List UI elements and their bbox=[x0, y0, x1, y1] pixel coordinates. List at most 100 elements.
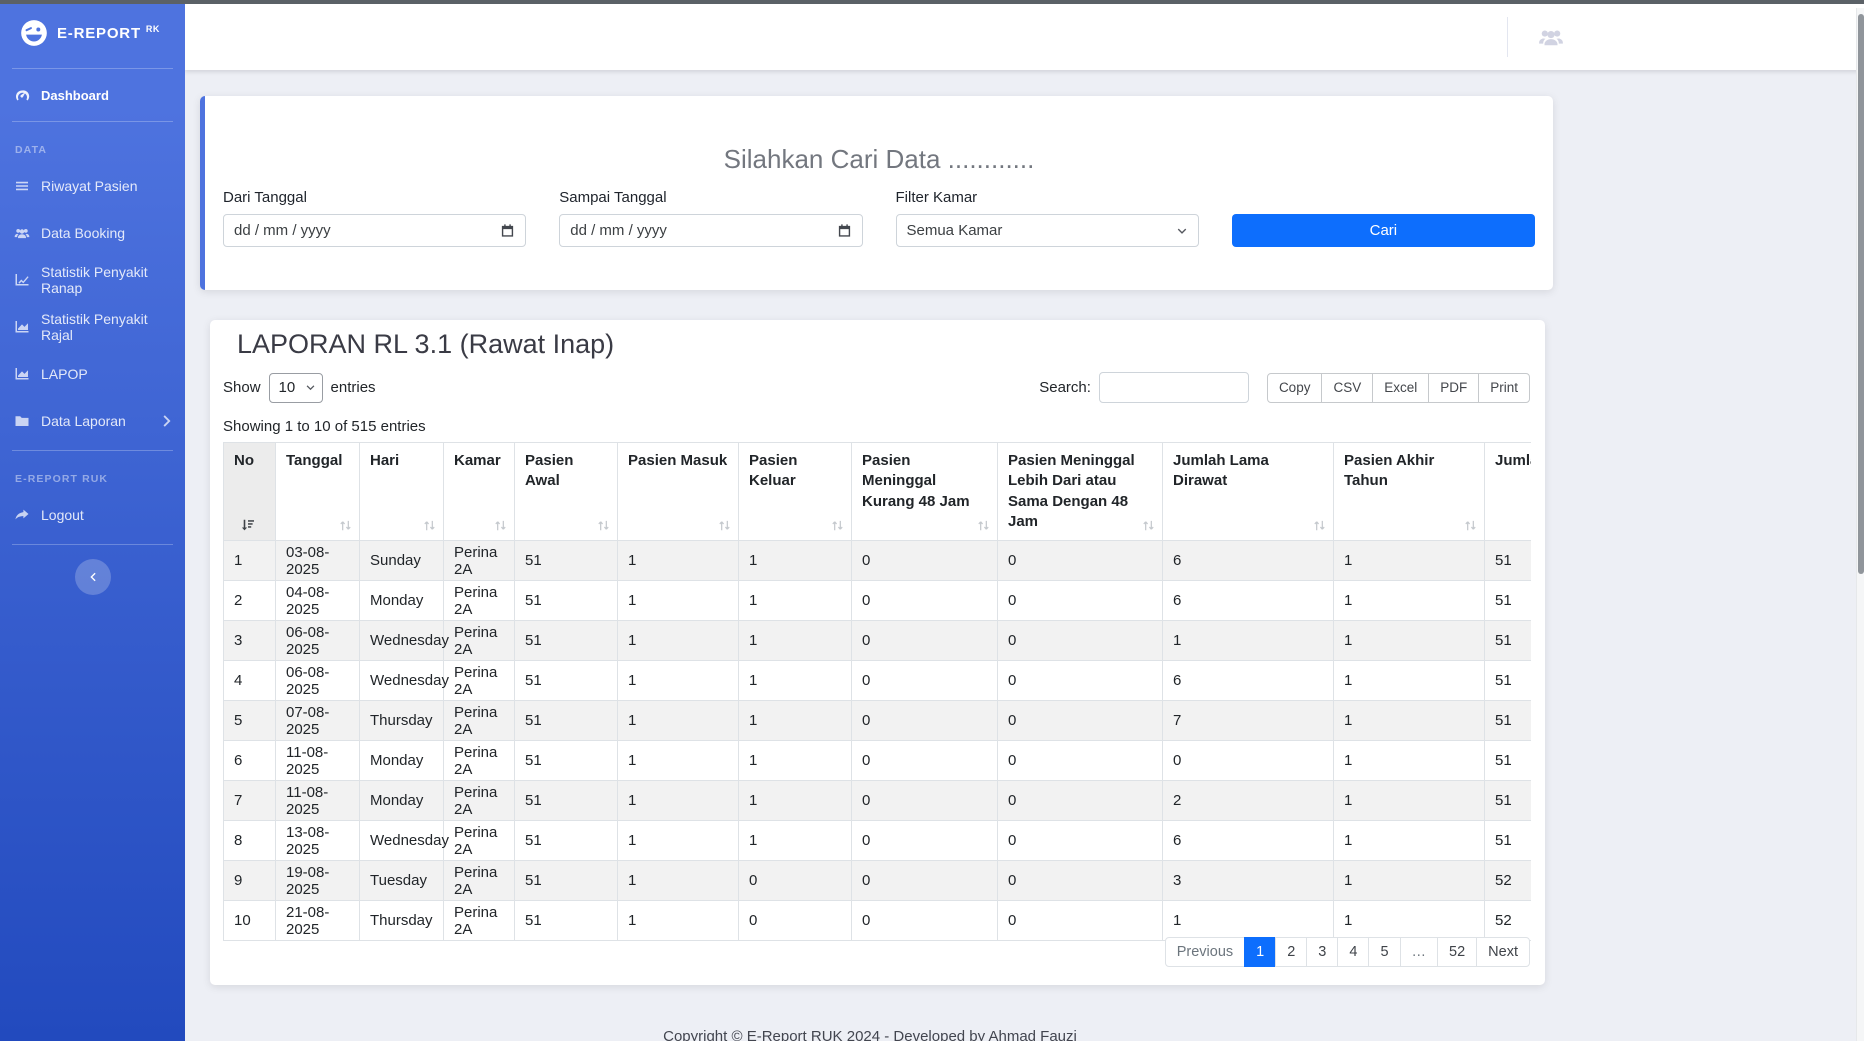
cell: Thursday bbox=[360, 901, 444, 941]
cell: 1 bbox=[618, 741, 739, 781]
table-row: 711-08-2025MondayPerina 2A5111002151 bbox=[224, 781, 1532, 821]
gauge-icon bbox=[14, 87, 30, 103]
copy-button[interactable]: Copy bbox=[1267, 373, 1323, 403]
pagination: Previous12345…52Next bbox=[1165, 937, 1530, 967]
window-top-edge bbox=[0, 0, 1864, 4]
sort-icon bbox=[976, 518, 991, 533]
page-length-select[interactable]: 10 bbox=[269, 373, 323, 403]
cell: 11-08-2025 bbox=[276, 741, 360, 781]
cell: 1 bbox=[739, 821, 852, 861]
column-header-jumlah[interactable]: Jumlah bbox=[1485, 443, 1532, 541]
column-header-tanggal[interactable]: Tanggal bbox=[276, 443, 360, 541]
cell: Tuesday bbox=[360, 861, 444, 901]
cell: 6 bbox=[1163, 821, 1334, 861]
page-button-2[interactable]: 2 bbox=[1275, 937, 1307, 967]
sidebar-toggle-button[interactable] bbox=[75, 559, 111, 595]
filter-card: Silahkan Cari Data ............ Dari Tan… bbox=[200, 96, 1553, 290]
column-header-pasien-akhir-tahun[interactable]: Pasien Akhir Tahun bbox=[1334, 443, 1485, 541]
vertical-scrollbar[interactable] bbox=[1856, 8, 1864, 1041]
next-page-button[interactable]: Next bbox=[1476, 937, 1530, 967]
cell: 51 bbox=[515, 541, 618, 581]
column-header-no[interactable]: No bbox=[224, 443, 276, 541]
sidebar-item-riwayat-pasien[interactable]: Riwayat Pasien bbox=[0, 162, 185, 209]
cell: 13-08-2025 bbox=[276, 821, 360, 861]
cell: Wednesday bbox=[360, 621, 444, 661]
sidebar-item-statistik-penyakit-rajal[interactable]: Statistik Penyakit Rajal bbox=[0, 303, 185, 350]
table-row: 1021-08-2025ThursdayPerina 2A5110001152 bbox=[224, 901, 1532, 941]
show-label: Show bbox=[223, 379, 261, 396]
brand-title: E-REPORT RK bbox=[57, 24, 160, 42]
sidebar-item-label: LAPOP bbox=[41, 366, 88, 382]
column-header-hari[interactable]: Hari bbox=[360, 443, 444, 541]
cell: 1 bbox=[1334, 541, 1485, 581]
page-button-5[interactable]: 5 bbox=[1368, 937, 1400, 967]
report-table: NoTanggal Hari Kamar Pasien AwalPasien Masu… bbox=[223, 442, 1531, 941]
page-button-3[interactable]: 3 bbox=[1306, 937, 1338, 967]
column-header-pasien-awal[interactable]: Pasien Awal bbox=[515, 443, 618, 541]
cell: 1 bbox=[618, 701, 739, 741]
search-label: Search: bbox=[1039, 379, 1091, 396]
cell: Perina 2A bbox=[444, 661, 515, 701]
table-row: 919-08-2025TuesdayPerina 2A5110003152 bbox=[224, 861, 1532, 901]
export-button-group: CopyCSVExcelPDFPrint bbox=[1267, 373, 1530, 403]
chevron-left-icon bbox=[87, 571, 99, 583]
users-icon[interactable] bbox=[1538, 24, 1564, 50]
column-label: Kamar bbox=[454, 451, 504, 471]
sidebar-item-data-laporan[interactable]: Data Laporan bbox=[0, 397, 185, 444]
users-icon bbox=[14, 225, 30, 241]
cell: 51 bbox=[1485, 541, 1532, 581]
cell: 6 bbox=[1163, 661, 1334, 701]
sidebar-item-dashboard[interactable]: Dashboard bbox=[0, 75, 185, 115]
brand-link[interactable]: E-REPORT RK bbox=[0, 4, 185, 62]
select-value: Semua Kamar bbox=[907, 222, 1003, 239]
column-header-pasien-meninggal-lebih-dari-atau-sama-dengan-48-jam[interactable]: Pasien Meninggal Lebih Dari atau Sama De… bbox=[998, 443, 1163, 541]
column-header-pasien-meninggal-kurang-48-jam[interactable]: Pasien Meninggal Kurang 48 Jam bbox=[852, 443, 998, 541]
cell: 9 bbox=[224, 861, 276, 901]
scrollbar-thumb[interactable] bbox=[1858, 14, 1864, 574]
main-area: Silahkan Cari Data ............ Dari Tan… bbox=[185, 4, 1864, 1041]
cell: 1 bbox=[618, 661, 739, 701]
cell: 1 bbox=[618, 821, 739, 861]
filter-kamar-select[interactable]: Semua Kamar bbox=[896, 214, 1199, 247]
column-header-kamar[interactable]: Kamar bbox=[444, 443, 515, 541]
cell: 1 bbox=[224, 541, 276, 581]
calendar-icon bbox=[500, 223, 515, 238]
previous-page-button[interactable]: Previous bbox=[1165, 937, 1245, 967]
cell: 51 bbox=[1485, 781, 1532, 821]
column-label: Hari bbox=[370, 451, 433, 471]
sidebar-item-statistik-penyakit-ranap[interactable]: Statistik Penyakit Ranap bbox=[0, 256, 185, 303]
column-header-pasien-keluar[interactable]: Pasien Keluar bbox=[739, 443, 852, 541]
cell: 5 bbox=[224, 701, 276, 741]
cell: 2 bbox=[224, 581, 276, 621]
print-button[interactable]: Print bbox=[1478, 373, 1530, 403]
search-input[interactable] bbox=[1099, 372, 1249, 403]
dari-tanggal-date-input[interactable]: dd / mm / yyyy bbox=[223, 214, 526, 247]
cell: 0 bbox=[852, 781, 998, 821]
date-placeholder: dd / mm / yyyy bbox=[570, 222, 667, 239]
column-header-pasien-masuk[interactable]: Pasien Masuk bbox=[618, 443, 739, 541]
date-placeholder: dd / mm / yyyy bbox=[234, 222, 331, 239]
page-button-1[interactable]: 1 bbox=[1244, 937, 1276, 967]
table-row: 306-08-2025WednesdayPerina 2A5111001151 bbox=[224, 621, 1532, 661]
sampai-tanggal-date-input[interactable]: dd / mm / yyyy bbox=[559, 214, 862, 247]
cell: Wednesday bbox=[360, 661, 444, 701]
page-button-4[interactable]: 4 bbox=[1337, 937, 1369, 967]
cell: 1 bbox=[739, 741, 852, 781]
cell: Monday bbox=[360, 581, 444, 621]
sidebar-item-label: Data Laporan bbox=[41, 413, 126, 429]
calendar-icon bbox=[837, 223, 852, 238]
column-label: Pasien Keluar bbox=[749, 451, 841, 492]
pdf-button[interactable]: PDF bbox=[1428, 373, 1479, 403]
cari-button[interactable]: Cari bbox=[1232, 214, 1535, 247]
column-header-jumlah-lama-dirawat[interactable]: Jumlah Lama Dirawat bbox=[1163, 443, 1334, 541]
page-button-52[interactable]: 52 bbox=[1437, 937, 1477, 967]
csv-button[interactable]: CSV bbox=[1321, 373, 1373, 403]
share-icon bbox=[14, 507, 30, 523]
sidebar-item-lapop[interactable]: LAPOP bbox=[0, 350, 185, 397]
sidebar-item-data-booking[interactable]: Data Booking bbox=[0, 209, 185, 256]
table-row: 406-08-2025WednesdayPerina 2A5111006151 bbox=[224, 661, 1532, 701]
excel-button[interactable]: Excel bbox=[1372, 373, 1429, 403]
cell: 03-08-2025 bbox=[276, 541, 360, 581]
sidebar-item-logout[interactable]: Logout bbox=[0, 491, 185, 538]
field-label: Dari Tanggal bbox=[223, 189, 526, 206]
